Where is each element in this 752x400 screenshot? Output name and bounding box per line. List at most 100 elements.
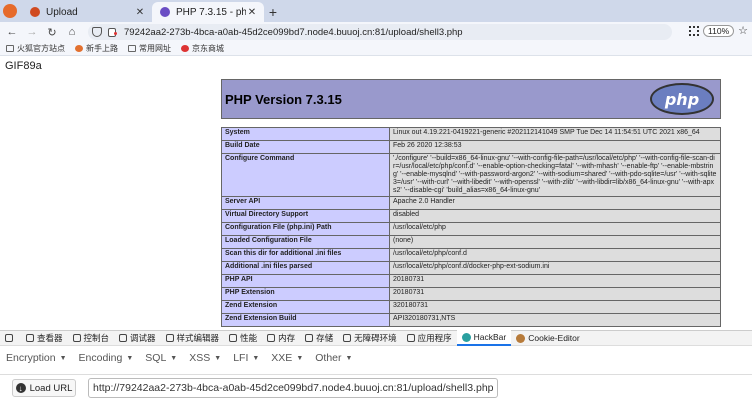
- bookmark-label: 新手上路: [86, 44, 118, 53]
- close-tab-icon[interactable]: ✕: [134, 7, 146, 18]
- menu-label: Encoding: [78, 352, 123, 364]
- php-info-table: System Linux out 4.19.221-0419221-generic…: [221, 127, 721, 327]
- tab-upload[interactable]: Upload ✕: [22, 2, 152, 22]
- info-value: 20180731: [389, 287, 721, 301]
- reload-button[interactable]: ↻: [44, 24, 60, 40]
- info-row: Additional .ini files parsed/usr/local/e…: [221, 261, 721, 275]
- menu-sql[interactable]: SQL ▼: [145, 352, 177, 364]
- hackbar-menu: Encryption ▼ Encoding ▼ SQL ▼ XSS ▼ LFI ▼ XXE…: [6, 352, 364, 364]
- php-logo[interactable]: php: [650, 83, 714, 115]
- inspector-icon: [26, 334, 34, 342]
- load-url-label: Load URL: [29, 382, 73, 394]
- devtools-tab-label: 控制台: [83, 333, 110, 343]
- devtools-tab-inspector[interactable]: 查看器: [21, 330, 68, 346]
- bookmark-label: 常用网址: [139, 44, 171, 53]
- performance-icon: [229, 334, 238, 342]
- new-tab-button[interactable]: +: [264, 2, 282, 22]
- info-key: Loaded Configuration File: [221, 235, 390, 249]
- braces-icon: [165, 334, 174, 342]
- info-row: Zend Extension Build API320180731,NTS: [221, 313, 721, 327]
- bookmark-item[interactable]: 火狐官方站点: [6, 43, 65, 54]
- console-icon: [72, 334, 81, 342]
- firefox-menu-icon[interactable]: [3, 4, 17, 18]
- devtools-tab-label: 调试器: [130, 333, 156, 343]
- debugger-icon: [119, 334, 128, 342]
- download-icon: ↓: [15, 383, 26, 393]
- menu-xss[interactable]: XSS ▼: [189, 352, 221, 364]
- devtools-tab-accessibility[interactable]: 无障碍环境: [338, 330, 402, 346]
- info-value: 20180731: [389, 274, 721, 288]
- menu-other[interactable]: Other ▼: [315, 352, 352, 364]
- caret-down-icon: ▼: [59, 354, 67, 362]
- menu-encoding[interactable]: Encoding ▼: [79, 352, 134, 364]
- info-key: Build Date: [221, 140, 390, 154]
- folder-icon: [128, 45, 136, 52]
- info-key: PHP Extension: [221, 287, 390, 301]
- menu-label: SQL: [145, 352, 167, 364]
- devtools-tab-application[interactable]: 应用程序: [402, 330, 457, 346]
- folder-icon: [6, 45, 14, 52]
- menu-encryption[interactable]: Encryption ▼: [6, 352, 67, 364]
- devtools-tab-label: 样式编辑器: [176, 333, 220, 343]
- devtools-tab-memory[interactable]: 内存: [262, 330, 300, 346]
- close-tab-icon[interactable]: ✕: [246, 7, 258, 18]
- info-value: Linux out 4.19.221-0419221-generic #2021…: [389, 127, 721, 141]
- hackbar-url-input[interactable]: [88, 378, 498, 398]
- info-row: PHP Extension 20180731: [221, 287, 721, 301]
- forward-button[interactable]: →: [24, 24, 40, 40]
- info-row: PHP API 20180731: [221, 274, 721, 288]
- home-button[interactable]: ⌂: [64, 24, 80, 40]
- devtools-tab-console[interactable]: 控制台: [68, 330, 115, 346]
- accessibility-icon: [343, 334, 352, 342]
- bookmark-item[interactable]: 常用网址: [128, 43, 171, 54]
- devtools-tab-label: Cookie-Editor: [528, 333, 580, 343]
- tracking-shield-icon[interactable]: [92, 27, 102, 37]
- info-key: Additional .ini files parsed: [221, 261, 390, 275]
- info-value: /usr/local/etc/php/conf.d: [389, 248, 721, 262]
- devtools-picker-icon[interactable]: [0, 330, 21, 346]
- firefox-icon: [75, 45, 83, 52]
- bookmark-item[interactable]: 京东商城: [181, 43, 224, 54]
- tab-phpinfo[interactable]: PHP 7.3.15 - phpinfo() ✕: [152, 2, 264, 22]
- element-picker-icon: [5, 334, 13, 342]
- devtools-tab-storage[interactable]: 存储: [300, 330, 338, 346]
- devtools-tab-cookie-editor[interactable]: Cookie-Editor: [511, 330, 585, 346]
- devtools-tab-style-editor[interactable]: 样式编辑器: [161, 330, 225, 346]
- bookmark-label: 火狐官方站点: [17, 44, 65, 53]
- devtools-tab-label: 无障碍环境: [354, 333, 397, 343]
- info-row: Configuration File (php.ini) Path/usr/lo…: [221, 222, 721, 236]
- devtools-tab-debugger[interactable]: 调试器: [114, 330, 161, 346]
- info-value: Feb 26 2020 12:38:53: [389, 140, 721, 154]
- info-row: Loaded Configuration File (none): [221, 235, 721, 249]
- menu-xxe[interactable]: XXE ▼: [271, 352, 303, 364]
- address-text[interactable]: 79242aa2-273b-4bca-a0ab-45d2ce099bd7.nod…: [124, 27, 463, 38]
- bookmarks-bar: 火狐官方站点 新手上路 常用网址 京东商城: [0, 42, 752, 56]
- info-key: Zend Extension: [221, 300, 390, 314]
- insecure-lock-icon[interactable]: [108, 27, 117, 37]
- info-value: (none): [389, 235, 721, 249]
- caret-down-icon: ▼: [214, 354, 222, 362]
- back-button[interactable]: ←: [4, 24, 20, 40]
- caret-down-icon: ▼: [170, 354, 178, 362]
- bookmark-item[interactable]: 新手上路: [75, 43, 118, 54]
- info-value: 320180731: [389, 300, 721, 314]
- info-value: /usr/local/etc/php: [389, 222, 721, 236]
- devtools-tab-hackbar[interactable]: HackBar: [456, 330, 512, 346]
- info-key: Virtual Directory Support: [221, 209, 390, 223]
- address-bar[interactable]: 79242aa2-273b-4bca-a0ab-45d2ce099bd7.nod…: [88, 24, 672, 40]
- menu-label: LFI: [233, 352, 249, 364]
- zoom-level[interactable]: 110%: [703, 24, 735, 37]
- info-row: Build Date Feb 26 2020 12:38:53: [221, 140, 721, 154]
- menu-label: XSS: [189, 352, 211, 364]
- storage-icon: [305, 334, 314, 342]
- load-url-button[interactable]: ↓ Load URL: [12, 379, 76, 397]
- menu-label: XXE: [271, 352, 293, 364]
- menu-lfi[interactable]: LFI ▼: [233, 352, 259, 364]
- navigation-bar: ← → ↻ ⌂ 79242aa2-273b-4bca-a0ab-45d2ce09…: [0, 22, 752, 42]
- qr-code-icon[interactable]: [689, 25, 700, 36]
- bookmark-label: 京东商城: [192, 44, 224, 53]
- devtools-tab-performance[interactable]: 性能: [224, 330, 262, 346]
- caret-down-icon: ▼: [126, 354, 134, 362]
- memory-icon: [267, 334, 276, 342]
- bookmark-star-icon[interactable]: ☆: [738, 24, 748, 37]
